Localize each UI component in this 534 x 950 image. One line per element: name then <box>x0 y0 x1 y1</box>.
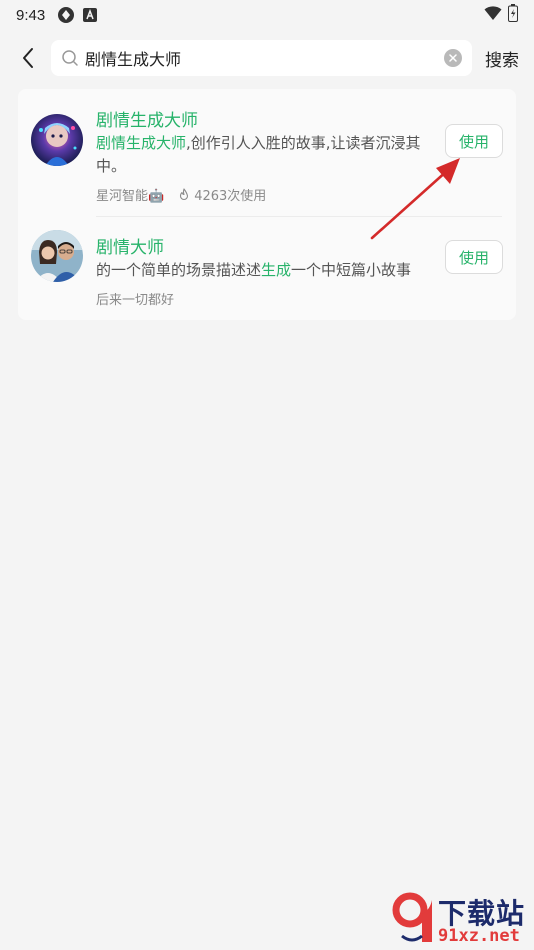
back-button[interactable] <box>14 44 42 72</box>
author-name: 后来一切都好 <box>96 293 175 308</box>
search-box[interactable] <box>51 40 472 76</box>
wifi-icon <box>484 5 502 25</box>
battery-icon <box>508 4 518 26</box>
item-title: 剧情大师 <box>96 238 164 258</box>
use-button[interactable]: 使用 <box>445 240 503 274</box>
item-description: 剧情生成大师,创作引人入胜的故事,让读者沉浸其中。 <box>96 132 436 178</box>
clear-search-button[interactable] <box>444 49 462 67</box>
list-item[interactable]: 剧情生成大师 剧情生成大师,创作引人入胜的故事,让读者沉浸其中。 星河智能🤖 4… <box>18 89 516 216</box>
app-a-icon <box>83 8 98 22</box>
search-input[interactable] <box>85 48 444 68</box>
author-name: 星河智能🤖 <box>96 189 165 204</box>
list-item[interactable]: 剧情大师 的一个简单的场景描述述生成一个中短篇小故事 后来一切都好 使用 <box>18 217 516 320</box>
chevron-left-icon <box>23 48 33 68</box>
usage-count: 4263次使用 <box>194 189 267 204</box>
status-bar: 9:43 <box>0 0 534 30</box>
search-button[interactable]: 搜索 <box>485 46 519 71</box>
item-title: 剧情生成大师 <box>96 111 198 131</box>
flame-icon <box>178 187 190 202</box>
description-highlight: 剧情生成大师 <box>96 134 187 152</box>
description-text: 的一个简单的场景描述述 <box>96 261 262 279</box>
description-text-end: 一个中短篇小故事 <box>291 261 412 279</box>
status-time: 9:43 <box>16 6 46 24</box>
status-right <box>484 4 518 26</box>
avatar <box>31 114 83 166</box>
item-description: 的一个简单的场景描述述生成一个中短篇小故事 <box>96 259 436 282</box>
results-list: 剧情生成大师 剧情生成大师,创作引人入胜的故事,让读者沉浸其中。 星河智能🤖 4… <box>18 89 516 320</box>
use-button[interactable]: 使用 <box>445 124 503 158</box>
watermark-url: 91xz.net <box>438 926 520 946</box>
search-header: 搜索 <box>0 40 534 76</box>
description-highlight: 生成 <box>261 261 292 279</box>
watermark-logo-icon <box>392 892 432 942</box>
item-meta: 星河智能🤖 4263次使用 <box>96 185 266 204</box>
sync-icon <box>57 6 75 24</box>
avatar <box>31 230 83 282</box>
item-meta: 后来一切都好 <box>96 289 174 308</box>
close-icon <box>449 54 457 62</box>
search-icon <box>61 49 79 67</box>
watermark: 下载站 91xz.net <box>392 892 532 948</box>
